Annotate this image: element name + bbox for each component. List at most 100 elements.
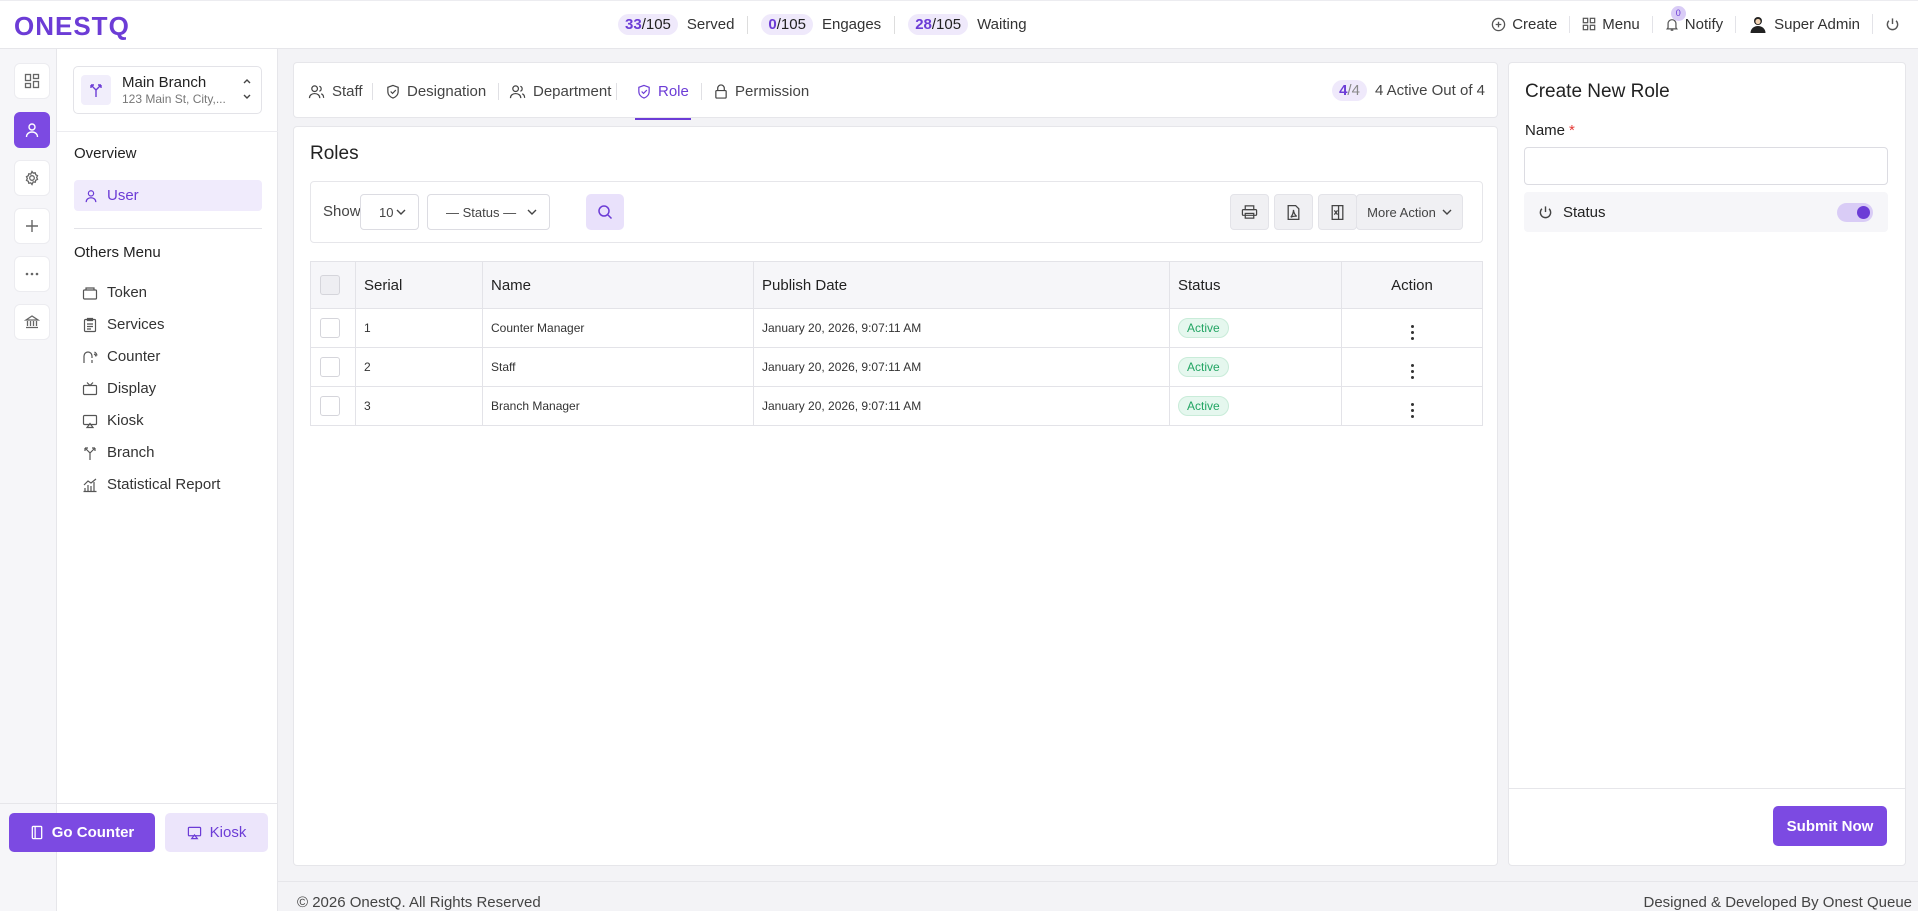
branch-address: 123 Main St, City,...: [122, 91, 226, 106]
tab-designation[interactable]: Designation: [386, 63, 486, 119]
stat-label: Served: [686, 16, 735, 33]
search-button[interactable]: [586, 194, 624, 230]
ellipsis-icon: [24, 266, 40, 282]
sidebar-item-counter[interactable]: Counter: [82, 348, 160, 365]
shield-check-icon: [386, 84, 400, 99]
status-row: Status: [1524, 192, 1888, 232]
status-badge: Active: [1178, 357, 1229, 377]
active-count-text: 4 Active Out of 4: [1374, 82, 1485, 99]
branch-name: Main Branch: [122, 73, 207, 91]
sidebar-item-branch[interactable]: Branch: [82, 444, 155, 461]
sidebar-item-services[interactable]: Services: [82, 316, 165, 333]
print-button[interactable]: [1230, 194, 1269, 230]
counter-icon: [82, 349, 98, 365]
column-header[interactable]: Status: [1169, 261, 1342, 309]
sidebar-item-statistical-report[interactable]: Statistical Report: [82, 476, 220, 493]
grid-icon: [1582, 17, 1596, 31]
bank-icon: [24, 314, 40, 330]
logo[interactable]: ONESTQ: [14, 11, 130, 42]
branch-icon: [81, 75, 111, 105]
stat-waiting: 28/105 Waiting: [908, 14, 1027, 35]
kiosk-button[interactable]: Kiosk: [165, 813, 268, 852]
sidebar-item-user[interactable]: User: [74, 180, 262, 211]
roles-card: Roles Show 10 — Status — More Action Ser…: [293, 126, 1498, 866]
status-filter-select[interactable]: — Status —: [427, 194, 550, 230]
status-badge: Active: [1178, 318, 1229, 338]
export-pdf-button[interactable]: [1274, 194, 1313, 230]
notify-button[interactable]: 0 Notify: [1653, 5, 1737, 33]
create-button[interactable]: Create: [1479, 15, 1571, 33]
sidebar-item-token[interactable]: Token: [82, 284, 147, 301]
credits-text: Designed & Developed By Onest Queue: [1643, 894, 1913, 911]
tab-department[interactable]: Department: [509, 63, 611, 119]
door-icon: [30, 825, 44, 840]
icon-rail: [0, 49, 57, 911]
table-row: 3 Branch Manager January 20, 2026, 9:07:…: [310, 386, 1483, 426]
menu-button[interactable]: Menu: [1570, 15, 1653, 33]
page-title: Roles: [310, 143, 359, 164]
go-counter-button[interactable]: Go Counter: [9, 813, 155, 852]
table-row: 1 Counter Manager January 20, 2026, 9:07…: [310, 308, 1483, 348]
printer-icon: [1241, 204, 1258, 220]
row-checkbox[interactable]: [320, 396, 340, 416]
user-profile-button[interactable]: Super Admin: [1736, 14, 1873, 34]
bank-rail-button[interactable]: [14, 304, 50, 340]
token-icon: [82, 285, 98, 301]
column-header[interactable]: Name: [482, 261, 754, 309]
pdf-icon: [1286, 204, 1301, 221]
cell-date: January 20, 2026, 9:07:11 AM: [753, 347, 1170, 387]
row-checkbox[interactable]: [320, 357, 340, 377]
status-toggle[interactable]: [1837, 203, 1873, 222]
excel-icon: [1330, 204, 1345, 221]
tv-icon: [82, 381, 98, 397]
chevron-up-down-icon: [242, 75, 252, 103]
cell-name: Counter Manager: [482, 308, 754, 348]
table-toolbar: Show 10 — Status — More Action: [310, 181, 1483, 243]
role-name-input[interactable]: [1524, 147, 1888, 185]
power-icon: [1885, 17, 1900, 32]
stat-label: Engages: [821, 16, 882, 33]
name-label: Name *: [1525, 122, 1575, 139]
table-header-row: Serial Name Publish Date Status Action: [310, 261, 1483, 309]
search-icon: [597, 204, 613, 220]
sidebar: Main Branch 123 Main St, City,... Overvi…: [57, 49, 278, 911]
plus-icon: [24, 218, 40, 234]
select-all-checkbox[interactable]: [320, 275, 340, 295]
more-rail-button[interactable]: [14, 256, 50, 292]
column-header[interactable]: Serial: [355, 261, 483, 309]
plus-circle-icon: [1491, 17, 1506, 32]
dashboard-rail-button[interactable]: [14, 63, 50, 99]
tab-role[interactable]: Role: [635, 63, 691, 120]
tab-permission[interactable]: Permission: [714, 63, 809, 119]
users-icon: [509, 84, 526, 99]
add-rail-button[interactable]: [14, 208, 50, 244]
row-checkbox[interactable]: [320, 318, 340, 338]
user-icon: [24, 122, 40, 138]
row-actions-icon[interactable]: [1410, 363, 1414, 379]
settings-rail-button[interactable]: [14, 160, 50, 196]
more-action-dropdown[interactable]: More Action: [1356, 194, 1463, 230]
column-header[interactable]: Publish Date: [753, 261, 1170, 309]
branch-selector[interactable]: Main Branch 123 Main St, City,...: [73, 66, 262, 114]
stat-served: 33/105 Served: [618, 14, 761, 35]
users-icon: [308, 84, 325, 99]
tab-staff[interactable]: Staff: [308, 63, 363, 119]
power-icon: [1538, 205, 1553, 220]
kiosk-icon: [187, 825, 202, 840]
cell-date: January 20, 2026, 9:07:11 AM: [753, 308, 1170, 348]
cell-serial: 1: [355, 308, 483, 348]
user-rail-button[interactable]: [14, 112, 50, 148]
row-actions-icon[interactable]: [1410, 324, 1414, 340]
export-excel-button[interactable]: [1318, 194, 1357, 230]
sidebar-item-display[interactable]: Display: [82, 380, 156, 397]
sidebar-item-kiosk[interactable]: Kiosk: [82, 412, 144, 429]
submit-button[interactable]: Submit Now: [1773, 806, 1887, 846]
column-header: Action: [1341, 261, 1483, 309]
top-header: ONESTQ 33/105 Served 0/105 Engages 28/10…: [0, 0, 1918, 49]
row-actions-icon[interactable]: [1410, 402, 1414, 418]
logout-button[interactable]: [1873, 17, 1900, 32]
queue-stats: 33/105 Served 0/105 Engages 28/105 Waiti…: [618, 14, 1027, 35]
page-size-select[interactable]: 10: [360, 194, 419, 230]
others-menu-heading: Others Menu: [74, 244, 161, 261]
active-count: 4/4 4 Active Out of 4: [1332, 80, 1485, 101]
